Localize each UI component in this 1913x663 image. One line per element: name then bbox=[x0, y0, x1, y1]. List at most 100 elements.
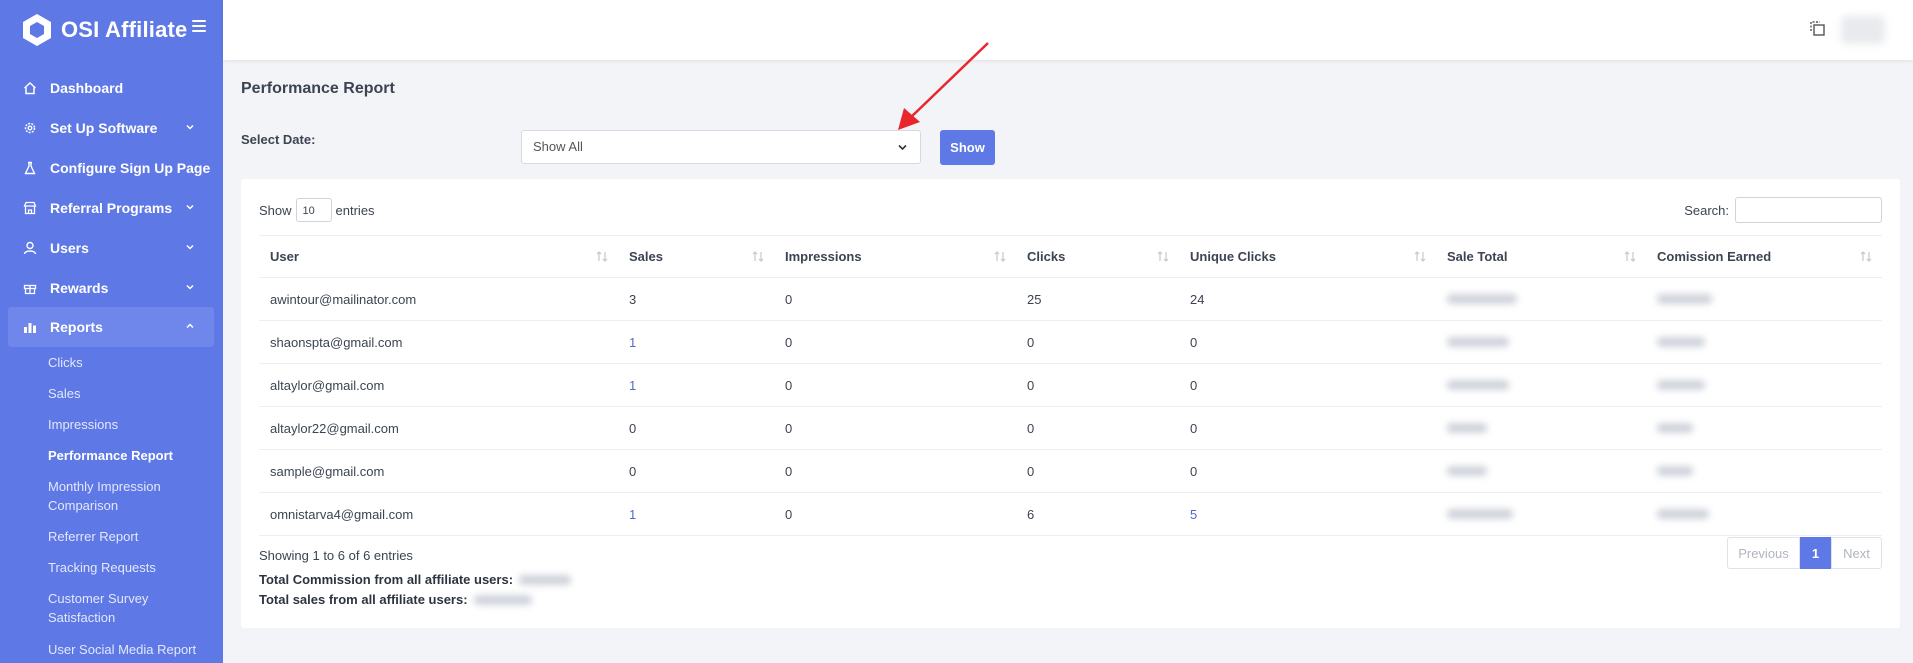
cell-sales: 0 bbox=[618, 406, 774, 450]
table-row: altaylor@gmail.com 1 0 0 0 bbox=[259, 363, 1882, 407]
column-header-sale-total[interactable]: Sale Total bbox=[1436, 235, 1646, 278]
chevron-down-icon bbox=[186, 284, 194, 290]
column-header-sales[interactable]: Sales bbox=[618, 235, 774, 278]
chevron-down-icon bbox=[898, 144, 907, 151]
sidebar-item-label: Set Up Software bbox=[50, 120, 158, 136]
cell-sales[interactable]: 1 bbox=[618, 492, 774, 536]
entries-length-control: Show 10 entries bbox=[259, 198, 375, 222]
sidebar-subitem-monthly-impression-comparison[interactable]: Monthly Impression Comparison bbox=[48, 477, 208, 515]
cell-unique-clicks: 0 bbox=[1179, 363, 1436, 407]
total-sales: Total sales from all affiliate users: bbox=[259, 592, 532, 607]
sidebar-subitem-clicks[interactable]: Clicks bbox=[48, 353, 208, 372]
cell-user: altaylor@gmail.com bbox=[259, 363, 618, 407]
sidebar-item-label: Rewards bbox=[50, 280, 109, 296]
cell-unique-clicks: 0 bbox=[1179, 320, 1436, 364]
sidebar-item-label: Configure Sign Up Page bbox=[50, 160, 211, 176]
show-label: Show bbox=[259, 202, 292, 218]
cell-comission-earned bbox=[1646, 320, 1882, 364]
sidebar-subitem-impressions[interactable]: Impressions bbox=[48, 415, 208, 434]
cell-clicks: 0 bbox=[1016, 320, 1179, 364]
gift-icon bbox=[22, 280, 38, 296]
cell-clicks: 0 bbox=[1016, 449, 1179, 493]
report-card: Show 10 entries Search: User Sales Impre… bbox=[241, 179, 1900, 628]
sidebar-subitem-tracking-requests[interactable]: Tracking Requests bbox=[48, 558, 208, 577]
column-header-unique-clicks[interactable]: Unique Clicks bbox=[1179, 235, 1436, 278]
cell-sale-total bbox=[1436, 492, 1646, 536]
cell-unique-clicks[interactable]: 5 bbox=[1179, 492, 1436, 536]
sort-icon bbox=[1414, 251, 1426, 262]
date-select[interactable]: Show All bbox=[521, 130, 921, 164]
cell-unique-clicks: 24 bbox=[1179, 277, 1436, 321]
show-button[interactable]: Show bbox=[940, 130, 995, 165]
search-label: Search: bbox=[1684, 202, 1729, 218]
column-header-user[interactable]: User bbox=[259, 235, 618, 278]
menu-toggle-icon[interactable] bbox=[192, 20, 206, 34]
sidebar-subitem-sales[interactable]: Sales bbox=[48, 384, 208, 403]
cell-clicks: 0 bbox=[1016, 363, 1179, 407]
cell-comission-earned bbox=[1646, 406, 1882, 450]
page-1-button[interactable]: 1 bbox=[1800, 537, 1831, 569]
sidebar-item-set-up-software[interactable]: Set Up Software bbox=[8, 108, 214, 148]
next-page-button[interactable]: Next bbox=[1831, 537, 1882, 569]
sidebar-subitem-customer-survey-satisfaction[interactable]: Customer Survey Satisfaction bbox=[48, 589, 208, 627]
cell-impressions: 0 bbox=[774, 449, 1016, 493]
sidebar-subitem-referrer-report[interactable]: Referrer Report bbox=[48, 527, 208, 546]
column-header-clicks[interactable]: Clicks bbox=[1016, 235, 1179, 278]
previous-page-button[interactable]: Previous bbox=[1727, 537, 1800, 569]
cell-sale-total bbox=[1436, 277, 1646, 321]
user-icon bbox=[22, 240, 38, 256]
sidebar-subitem-user-social-media-report[interactable]: User Social Media Report bbox=[48, 640, 208, 659]
user-avatar[interactable] bbox=[1841, 16, 1885, 44]
sidebar-item-users[interactable]: Users bbox=[8, 228, 214, 268]
date-select-value: Show All bbox=[533, 139, 583, 154]
cell-sales: 3 bbox=[618, 277, 774, 321]
sidebar-item-rewards[interactable]: Rewards bbox=[8, 268, 214, 308]
cell-user: altaylor22@gmail.com bbox=[259, 406, 618, 450]
entries-select[interactable]: 10 bbox=[295, 198, 332, 222]
sidebar-item-dashboard[interactable]: Dashboard bbox=[8, 68, 214, 108]
cell-sales[interactable]: 1 bbox=[618, 320, 774, 364]
cell-user: shaonspta@gmail.com bbox=[259, 320, 618, 364]
sidebar: OSI Affiliate Dashboard Set Up Software … bbox=[0, 0, 223, 663]
cell-sales: 0 bbox=[618, 449, 774, 493]
column-header-comission-earned[interactable]: Comission Earned bbox=[1646, 235, 1882, 278]
sidebar-item-referral-programs[interactable]: Referral Programs bbox=[8, 188, 214, 228]
entries-label: entries bbox=[335, 202, 375, 218]
sidebar-item-configure-sign-up-page[interactable]: Configure Sign Up Page bbox=[8, 148, 214, 188]
cell-impressions: 0 bbox=[774, 277, 1016, 321]
chevron-down-icon bbox=[186, 244, 194, 250]
cell-sale-total bbox=[1436, 449, 1646, 493]
cell-unique-clicks: 0 bbox=[1179, 406, 1436, 450]
cell-user: omnistarva4@gmail.com bbox=[259, 492, 618, 536]
store-icon bbox=[22, 200, 38, 216]
sidebar-subitem-performance-report[interactable]: Performance Report bbox=[48, 446, 208, 465]
cell-user: awintour@mailinator.com bbox=[259, 277, 618, 321]
cell-comission-earned bbox=[1646, 449, 1882, 493]
sort-icon bbox=[1157, 251, 1169, 262]
search-input[interactable] bbox=[1735, 197, 1882, 223]
cell-user: sample@gmail.com bbox=[259, 449, 618, 493]
sort-icon bbox=[994, 251, 1006, 262]
cell-sales[interactable]: 1 bbox=[618, 363, 774, 407]
sort-icon bbox=[752, 251, 764, 262]
fullscreen-icon[interactable] bbox=[1809, 20, 1827, 38]
chart-icon bbox=[22, 319, 38, 335]
cell-impressions: 0 bbox=[774, 320, 1016, 364]
cell-impressions: 0 bbox=[774, 492, 1016, 536]
table-row: sample@gmail.com 0 0 0 0 bbox=[259, 449, 1882, 493]
sidebar-item-reports[interactable]: Reports bbox=[8, 307, 214, 347]
top-bar bbox=[223, 0, 1913, 60]
cell-sale-total bbox=[1436, 406, 1646, 450]
table-row: awintour@mailinator.com 3 0 25 24 bbox=[259, 277, 1882, 321]
cell-impressions: 0 bbox=[774, 406, 1016, 450]
page-title: Performance Report bbox=[241, 80, 395, 97]
cell-comission-earned bbox=[1646, 363, 1882, 407]
sidebar-item-label: Referral Programs bbox=[50, 200, 173, 216]
cell-comission-earned bbox=[1646, 492, 1882, 536]
brand[interactable]: OSI Affiliate bbox=[20, 12, 187, 48]
sidebar-item-label: Reports bbox=[50, 319, 103, 335]
cell-comission-earned bbox=[1646, 277, 1882, 321]
total-commission: Total Commission from all affiliate user… bbox=[259, 572, 572, 587]
column-header-impressions[interactable]: Impressions bbox=[774, 235, 1016, 278]
annotation-arrow bbox=[898, 42, 989, 130]
